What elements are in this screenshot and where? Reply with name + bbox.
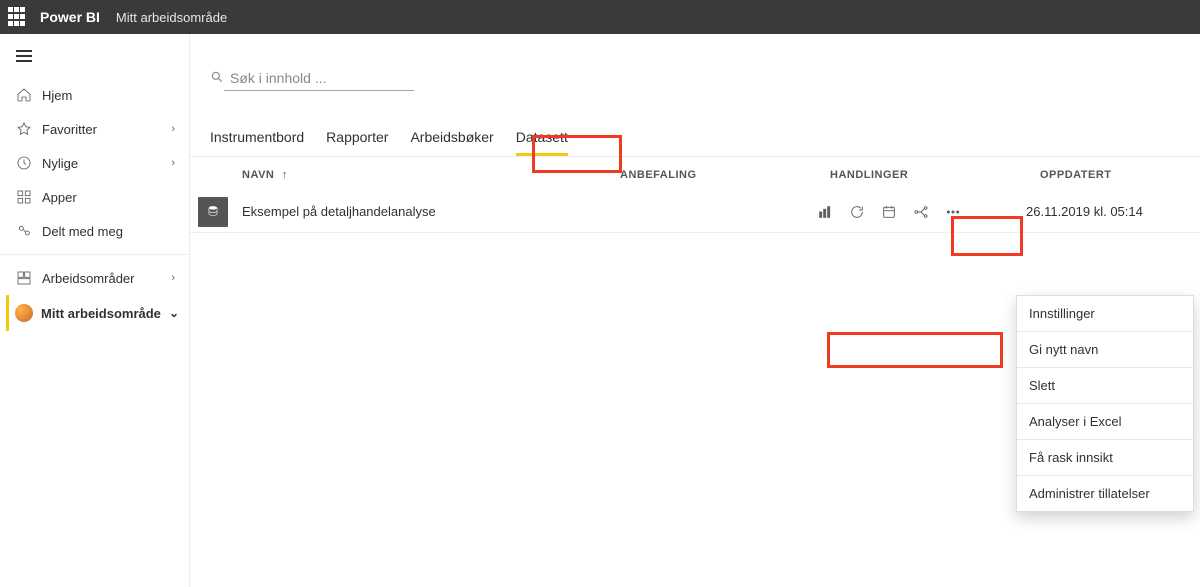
sort-asc-icon: ↑ xyxy=(282,169,288,181)
home-icon xyxy=(16,87,32,103)
nav-home[interactable]: Hjem xyxy=(0,78,189,112)
more-options-icon[interactable] xyxy=(944,203,962,221)
nav-label: Hjem xyxy=(42,88,175,103)
dataset-icon xyxy=(198,197,228,227)
create-report-icon[interactable] xyxy=(816,203,834,221)
refresh-icon[interactable] xyxy=(848,203,866,221)
chevron-down-icon: ⌄ xyxy=(169,306,179,320)
sidebar: Hjem Favoritter › Nylige › Apper Delt me… xyxy=(0,34,190,587)
tabs: Instrumentbord Rapporter Arbeidsbøker Da… xyxy=(190,111,1200,157)
nav-apps[interactable]: Apper xyxy=(0,180,189,214)
nav-favorites[interactable]: Favoritter › xyxy=(0,112,189,146)
sidebar-separator xyxy=(0,254,189,255)
nav-workspaces[interactable]: Arbeidsområder › xyxy=(0,261,189,295)
brand-label: Power BI xyxy=(40,9,100,25)
col-actions: HANDLINGER xyxy=(830,169,1040,181)
share-icon xyxy=(16,223,32,239)
chevron-right-icon: › xyxy=(171,157,175,169)
search-row xyxy=(202,66,1200,91)
workspace-avatar-icon xyxy=(15,304,33,322)
ctx-analyze[interactable]: Analyser i Excel xyxy=(1017,404,1193,440)
search-icon xyxy=(210,70,224,87)
tab-workbooks[interactable]: Arbeidsbøker xyxy=(410,129,493,156)
nav-label: Apper xyxy=(42,190,175,205)
hamburger-icon xyxy=(16,50,32,62)
nav-label: Arbeidsområder xyxy=(42,271,171,286)
current-workspace[interactable]: Mitt arbeidsområde ⌄ xyxy=(0,295,189,331)
col-name-label: NAVN xyxy=(242,169,274,181)
chevron-right-icon: › xyxy=(171,272,175,284)
star-icon xyxy=(16,121,32,137)
row-actions xyxy=(816,203,1026,221)
tab-reports[interactable]: Rapporter xyxy=(326,129,388,156)
ctx-settings[interactable]: Innstillinger xyxy=(1017,296,1193,332)
nav-recent[interactable]: Nylige › xyxy=(0,146,189,180)
col-name[interactable]: NAVN ↑ xyxy=(242,169,620,181)
row-name: Eksempel på detaljhandelanalyse xyxy=(242,204,606,219)
header-workspace-title: Mitt arbeidsområde xyxy=(116,10,227,25)
tab-dashboards[interactable]: Instrumentbord xyxy=(210,129,304,156)
clock-icon xyxy=(16,155,32,171)
nav-label: Favoritter xyxy=(42,122,171,137)
workspaces-icon xyxy=(16,270,32,286)
schedule-refresh-icon[interactable] xyxy=(880,203,898,221)
current-workspace-label: Mitt arbeidsområde xyxy=(41,306,161,321)
app-shell: Hjem Favoritter › Nylige › Apper Delt me… xyxy=(0,34,1200,587)
dataset-row[interactable]: Eksempel på detaljhandelanalyse 26.11.20… xyxy=(190,191,1200,233)
row-updated: 26.11.2019 kl. 05:14 xyxy=(1026,204,1186,219)
col-updated: OPPDATERT xyxy=(1040,169,1200,181)
nav-label: Delt med meg xyxy=(42,224,175,239)
sidebar-toggle[interactable] xyxy=(0,34,189,78)
ctx-permissions[interactable]: Administrer tillatelser xyxy=(1017,476,1193,511)
main-content: Instrumentbord Rapporter Arbeidsbøker Da… xyxy=(190,34,1200,587)
nav-label: Nylige xyxy=(42,156,171,171)
ctx-rename[interactable]: Gi nytt navn xyxy=(1017,332,1193,368)
app-launcher-icon[interactable] xyxy=(8,7,28,27)
lineage-icon[interactable] xyxy=(912,203,930,221)
active-stripe xyxy=(6,295,9,331)
ctx-delete[interactable]: Slett xyxy=(1017,368,1193,404)
list-header: NAVN ↑ ANBEFALING HANDLINGER OPPDATERT xyxy=(190,157,1200,191)
top-bar: Power BI Mitt arbeidsområde xyxy=(0,0,1200,34)
context-menu: Innstillinger Gi nytt navn Slett Analyse… xyxy=(1016,295,1194,512)
tab-datasets[interactable]: Datasett xyxy=(516,129,568,156)
chevron-right-icon: › xyxy=(171,123,175,135)
nav-shared[interactable]: Delt med meg xyxy=(0,214,189,248)
apps-icon xyxy=(16,189,32,205)
ctx-quickinsight[interactable]: Få rask innsikt xyxy=(1017,440,1193,476)
col-reco: ANBEFALING xyxy=(620,169,830,181)
search-input[interactable] xyxy=(224,66,414,91)
